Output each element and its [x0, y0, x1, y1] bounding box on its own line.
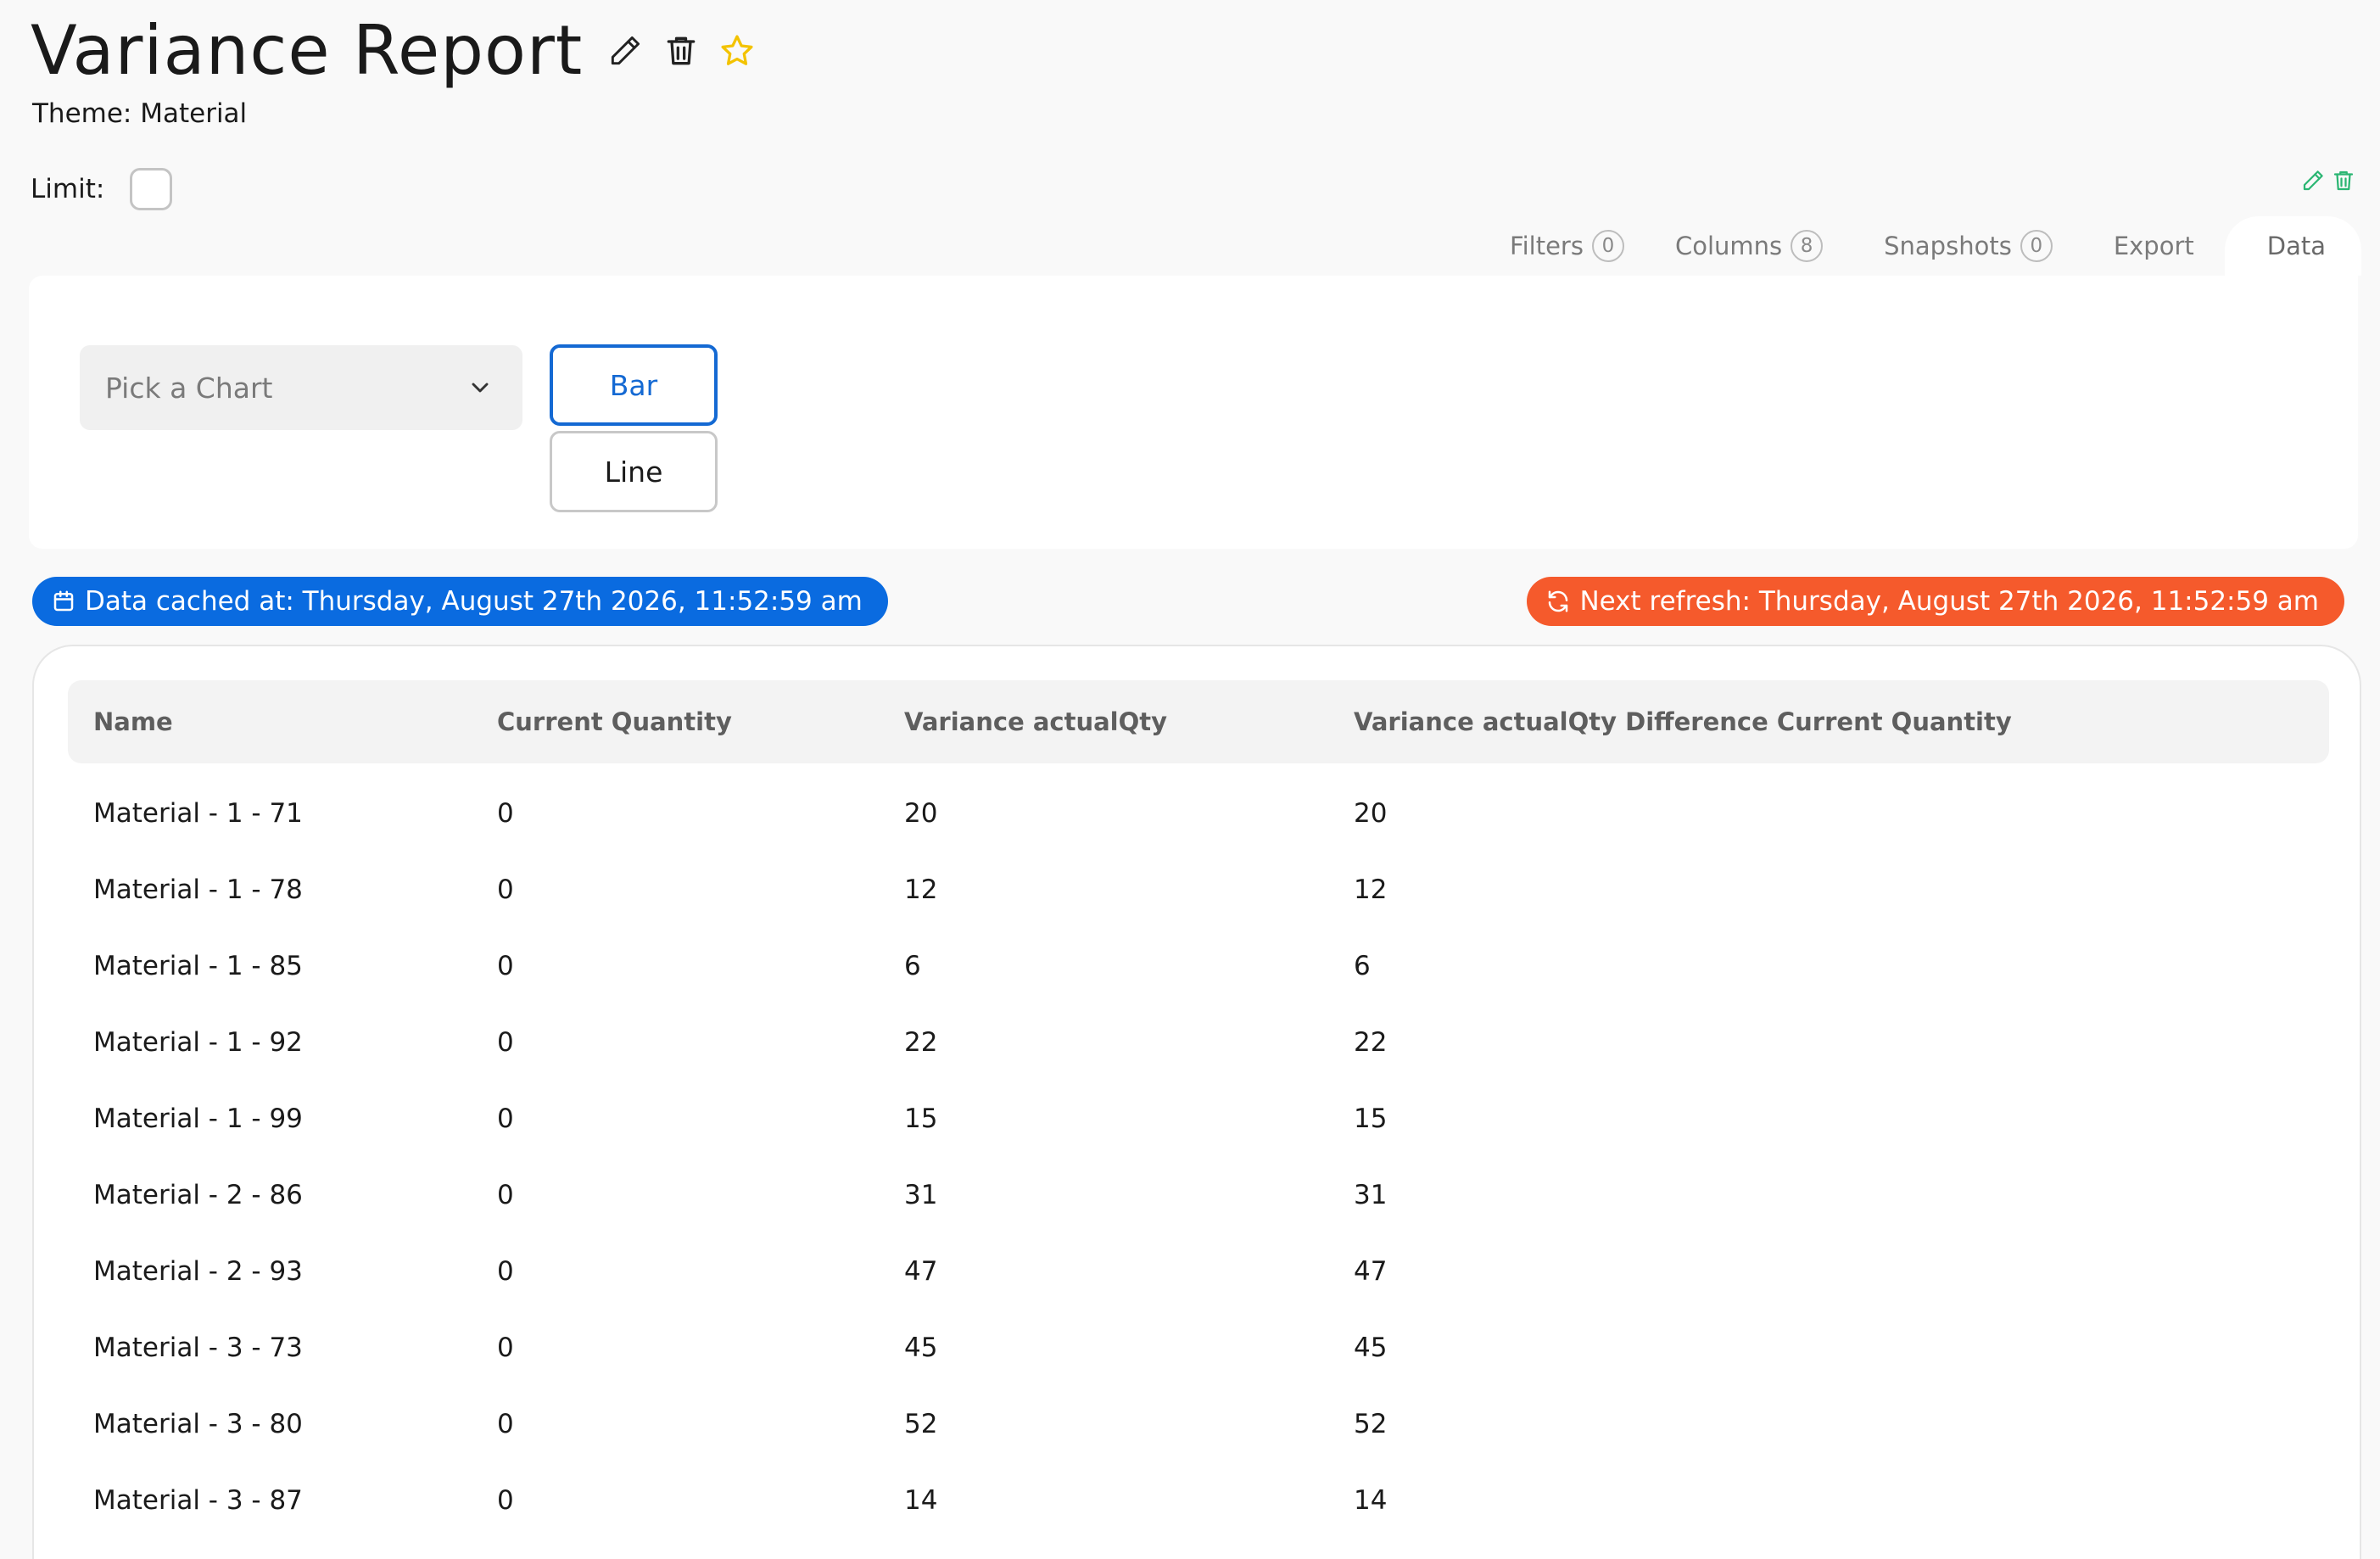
cell-name: Material - 3 - 73 [93, 1333, 303, 1363]
column-header-name[interactable]: Name [93, 680, 173, 763]
cell-variance-difference: 12 [1354, 874, 1388, 905]
cell-variance-actualqty: 52 [904, 1409, 938, 1439]
tab-label: Columns [1674, 232, 1783, 260]
data-cached-badge: Data cached at: Thursday, August 27th 20… [32, 577, 888, 626]
column-header-variance-difference[interactable]: Variance actualQty Difference Current Qu… [1354, 680, 2012, 763]
cell-variance-difference: 14 [1354, 1485, 1388, 1516]
next-refresh-badge: Next refresh: Thursday, August 27th 2026… [1527, 577, 2344, 626]
trash-icon[interactable] [657, 27, 705, 75]
cell-variance-actualqty: 31 [904, 1180, 938, 1210]
cell-variance-difference: 31 [1354, 1180, 1388, 1210]
count-badge: 0 [1591, 230, 1624, 262]
cell-variance-difference: 15 [1354, 1104, 1388, 1134]
cell-variance-actualqty: 14 [904, 1485, 938, 1516]
table-row: Material - 3 - 87 0 14 14 [68, 1462, 2329, 1539]
limit-label: Limit: [31, 174, 105, 204]
count-badge: 8 [1791, 230, 1824, 262]
panel-edit-icon[interactable] [2300, 168, 2326, 197]
cell-variance-difference: 45 [1354, 1333, 1388, 1363]
cell-variance-difference: 20 [1354, 798, 1388, 829]
cell-name: Material - 1 - 92 [93, 1027, 303, 1058]
tab-label: Export [2113, 232, 2194, 260]
star-favorite-icon[interactable] [713, 27, 761, 75]
table-row: Material - 1 - 78 0 12 12 [68, 852, 2329, 928]
cell-current-quantity: 0 [497, 1333, 514, 1363]
cell-name: Material - 1 - 99 [93, 1104, 303, 1134]
chart-picker-placeholder: Pick a Chart [105, 371, 273, 405]
cell-variance-difference: 52 [1354, 1409, 1388, 1439]
table-row: Material - 2 - 86 0 31 31 [68, 1157, 2329, 1233]
table-header-row: Name Current Quantity Variance actualQty… [68, 680, 2329, 763]
tab-label: Filters [1510, 232, 1584, 260]
tab-label: Data [2266, 232, 2326, 260]
panel-trash-icon[interactable] [2331, 168, 2356, 197]
cell-variance-difference: 6 [1354, 951, 1371, 981]
column-header-current-quantity[interactable]: Current Quantity [497, 680, 732, 763]
line-chart-button[interactable]: Line [550, 431, 718, 512]
cell-variance-actualqty: 12 [904, 874, 938, 905]
edit-pencil-icon[interactable] [601, 27, 649, 75]
cell-current-quantity: 0 [497, 951, 514, 981]
next-refresh-text: Next refresh: Thursday, August 27th 2026… [1579, 586, 2319, 617]
cell-current-quantity: 0 [497, 874, 514, 905]
table-row: Material - 3 - 73 0 45 45 [68, 1310, 2329, 1386]
cell-name: Material - 2 - 93 [93, 1256, 303, 1287]
limit-row: Limit: [31, 168, 173, 210]
cell-name: Material - 1 - 71 [93, 798, 303, 829]
table-row: Material - 1 - 99 0 15 15 [68, 1081, 2329, 1157]
tab-data[interactable]: Data [2224, 216, 2361, 276]
cell-current-quantity: 0 [497, 1180, 514, 1210]
cell-current-quantity: 0 [497, 1027, 514, 1058]
table-row: Material - 2 - 93 0 47 47 [68, 1233, 2329, 1310]
cell-current-quantity: 0 [497, 1485, 514, 1516]
cell-variance-difference: 47 [1354, 1256, 1388, 1287]
tab-snapshots[interactable]: Snapshots 0 [1853, 216, 2083, 276]
cell-current-quantity: 0 [497, 798, 514, 829]
cell-current-quantity: 0 [497, 1409, 514, 1439]
refresh-icon [1549, 590, 1568, 612]
panel-actions [2300, 168, 2356, 197]
cell-variance-actualqty: 15 [904, 1104, 938, 1134]
tab-columns[interactable]: Columns 8 [1645, 216, 1853, 276]
cell-variance-actualqty: 45 [904, 1333, 938, 1363]
cell-variance-actualqty: 47 [904, 1256, 938, 1287]
column-header-variance-actualqty[interactable]: Variance actualQty [904, 680, 1167, 763]
cell-name: Material - 3 - 87 [93, 1485, 303, 1516]
table-row: Material - 1 - 71 0 20 20 [68, 775, 2329, 852]
title-row: Variance Report [31, 8, 761, 93]
chart-picker-select[interactable]: Pick a Chart [80, 345, 522, 430]
cell-name: Material - 1 - 78 [93, 874, 303, 905]
variance-report-page: Variance Report Theme: Material Limit: F… [0, 0, 2380, 1559]
tab-label: Snapshots [1884, 232, 2012, 260]
cell-current-quantity: 0 [497, 1104, 514, 1134]
data-cached-text: Data cached at: Thursday, August 27th 20… [85, 586, 863, 617]
cell-name: Material - 1 - 85 [93, 951, 303, 981]
cell-current-quantity: 0 [497, 1256, 514, 1287]
count-badge: 0 [2020, 230, 2053, 262]
cell-name: Material - 2 - 86 [93, 1180, 303, 1210]
tab-export[interactable]: Export [2083, 216, 2225, 276]
table-row: Material - 1 - 85 0 6 6 [68, 928, 2329, 1004]
page-title: Variance Report [31, 11, 584, 90]
table-row: Material - 3 - 80 0 52 52 [68, 1386, 2329, 1462]
cell-variance-difference: 22 [1354, 1027, 1388, 1058]
cell-variance-actualqty: 20 [904, 798, 938, 829]
calendar-icon [53, 590, 74, 612]
report-tabs: Filters 0 Columns 8 Snapshots 0 Export D… [1479, 216, 2361, 276]
theme-label: Theme: Material [32, 98, 248, 129]
bar-chart-button[interactable]: Bar [550, 344, 718, 426]
cell-variance-actualqty: 6 [904, 951, 921, 981]
chevron-down-icon [472, 383, 489, 393]
limit-checkbox[interactable] [130, 168, 173, 210]
table-row: Material - 1 - 92 0 22 22 [68, 1004, 2329, 1081]
chart-panel: Pick a Chart Bar Line [29, 276, 2358, 549]
tab-filters[interactable]: Filters 0 [1479, 216, 1645, 276]
cell-name: Material - 3 - 80 [93, 1409, 303, 1439]
cell-variance-actualqty: 22 [904, 1027, 938, 1058]
data-table: Name Current Quantity Variance actualQty… [32, 645, 2361, 1559]
